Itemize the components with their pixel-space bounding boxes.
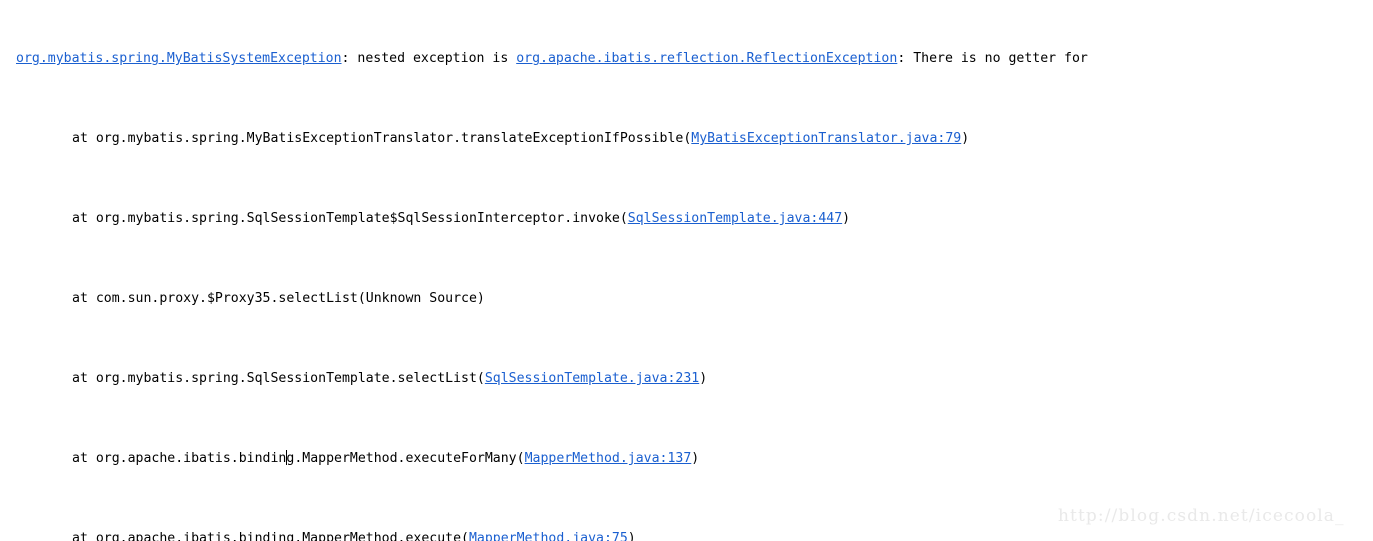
exception-separator: : nested exception is <box>341 51 517 66</box>
exception-class-link[interactable]: org.mybatis.spring.MyBatisSystemExceptio… <box>16 51 342 66</box>
frame-source-link[interactable]: SqlSessionTemplate.java:447 <box>628 211 842 226</box>
frame-text: at org.mybatis.spring.SqlSessionTemplate… <box>72 371 485 386</box>
watermark-text: http://blog.csdn.net/icecoola_ <box>1058 506 1345 526</box>
frame-source-link[interactable]: MapperMethod.java:75 <box>469 531 628 541</box>
frame-text-cont: g.MapperMethod.executeForMany( <box>286 451 525 466</box>
stack-frame-3: at org.mybatis.spring.SqlSessionTemplate… <box>16 369 1373 389</box>
stack-frame-2: at com.sun.proxy.$Proxy35.selectList(Unk… <box>16 289 1373 309</box>
frame-text: at org.mybatis.spring.SqlSessionTemplate… <box>72 211 628 226</box>
cause-class-link[interactable]: org.apache.ibatis.reflection.ReflectionE… <box>516 51 897 66</box>
frame-suffix: ) <box>961 131 970 146</box>
frame-source-link[interactable]: MyBatisExceptionTranslator.java:79 <box>691 131 961 146</box>
stack-trace-console[interactable]: org.mybatis.spring.MyBatisSystemExceptio… <box>0 0 1373 541</box>
stack-frame-1: at org.mybatis.spring.SqlSessionTemplate… <box>16 209 1373 229</box>
frame-text: at org.apache.ibatis.bindin <box>72 451 287 466</box>
stack-frame-5: at org.apache.ibatis.binding.MapperMetho… <box>16 529 1373 541</box>
frame-source-link[interactable]: MapperMethod.java:137 <box>525 451 692 466</box>
frame-text: at org.mybatis.spring.MyBatisExceptionTr… <box>72 131 692 146</box>
frame-text: at org.apache.ibatis.binding.MapperMetho… <box>72 531 469 541</box>
frame-suffix: ) <box>627 531 636 541</box>
frame-suffix: ) <box>699 371 708 386</box>
stack-frame-4: at org.apache.ibatis.binding.MapperMetho… <box>16 449 1373 469</box>
cause-message: : There is no getter for <box>897 51 1088 66</box>
stack-frame-0: at org.mybatis.spring.MyBatisExceptionTr… <box>16 129 1373 149</box>
stack-trace-text[interactable]: org.mybatis.spring.MyBatisSystemExceptio… <box>16 0 1373 541</box>
frame-source-link[interactable]: SqlSessionTemplate.java:231 <box>485 371 699 386</box>
frame-text: at com.sun.proxy.$Proxy35.selectList(Unk… <box>72 291 485 306</box>
frame-suffix: ) <box>691 451 700 466</box>
frame-suffix: ) <box>842 211 851 226</box>
exception-header-line: org.mybatis.spring.MyBatisSystemExceptio… <box>16 49 1373 69</box>
